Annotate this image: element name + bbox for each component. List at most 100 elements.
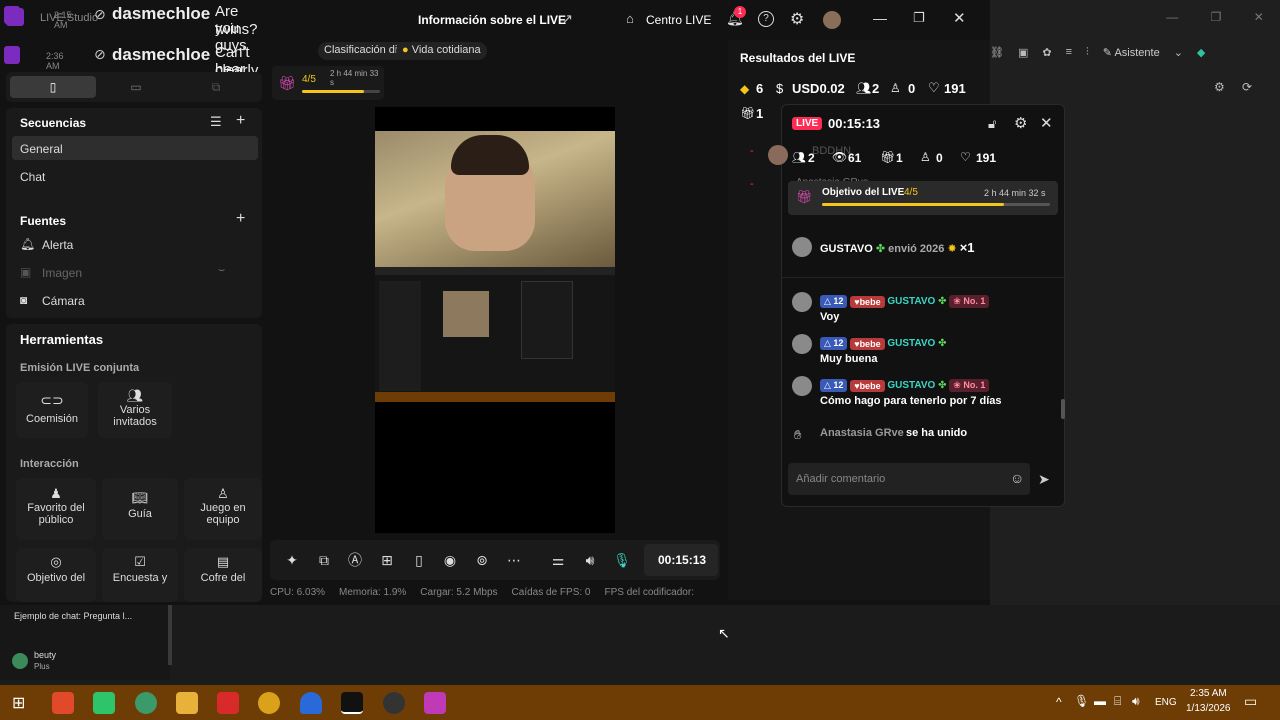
gift-sticker-icon: ✸ — [947, 243, 957, 255]
share-icon[interactable]: ↗ — [562, 11, 573, 27]
close-icon[interactable]: ✕ — [953, 9, 966, 27]
battery-icon[interactable]: ▬ — [1094, 694, 1106, 708]
home-icon[interactable]: ⌂ — [626, 11, 634, 26]
sliders-icon[interactable]: ⚌ — [548, 550, 568, 570]
chat-username[interactable]: GUSTAVO — [887, 380, 935, 391]
phone-icon[interactable]: ▯ — [409, 550, 429, 570]
broadcast-icon[interactable]: ⊚ — [472, 550, 492, 570]
daily-life-chip[interactable]: ● Vida cotidiana — [396, 42, 487, 60]
users-icon: 👥︎ — [856, 81, 872, 95]
chrome-icon[interactable] — [258, 692, 280, 714]
guide-button[interactable]: 📖︎ Guía — [102, 478, 178, 540]
comment-input[interactable]: Añadir comentario ☺ — [788, 463, 1030, 495]
effects-icon[interactable]: ✦ — [282, 550, 302, 570]
network-icon[interactable]: ⌸ — [1114, 694, 1121, 709]
avatar[interactable] — [823, 11, 841, 29]
waveform-icon[interactable]: ⫶ — [1086, 46, 1089, 59]
record-icon[interactable]: ◉ — [440, 550, 460, 570]
scene-item-chat[interactable]: Chat — [12, 164, 258, 188]
minimize-icon[interactable]: — — [873, 10, 887, 26]
ai-icon[interactable]: Ⓐ — [345, 550, 365, 570]
chat-message-text: Muy buena — [820, 353, 878, 365]
emoji-icon[interactable]: ☺ — [1010, 470, 1024, 486]
more-icon[interactable]: ⋯ — [504, 550, 524, 570]
live-info-title[interactable]: Información sobre el LIVE — [418, 13, 566, 27]
obs-icon[interactable] — [383, 692, 405, 714]
replay-icon[interactable]: ⧉ — [314, 550, 334, 570]
team-game-button[interactable]: ♙ Juego en equipo — [184, 478, 262, 540]
image-icon[interactable]: ▣ — [1018, 46, 1028, 59]
live-studio-icon[interactable] — [424, 692, 446, 714]
source-item-camara[interactable]: ◙ Cámara — [12, 288, 258, 312]
diamond-icon: ◆ — [740, 82, 750, 96]
tiktok-icon[interactable] — [341, 692, 363, 714]
multi-layout-button[interactable]: ⧉ — [176, 76, 256, 98]
scene-item-general[interactable]: General — [12, 136, 258, 160]
chevron-up-icon[interactable]: ^ — [1056, 695, 1062, 709]
memory-usage: Memoria: 1.9% — [339, 587, 407, 598]
language-indicator[interactable]: ENG — [1155, 697, 1177, 708]
chat-username[interactable]: GUSTAVO — [887, 338, 935, 349]
poll-button[interactable]: ☑ Encuesta y — [102, 548, 178, 602]
volume-icon[interactable]: 🔊︎ — [1132, 694, 1140, 709]
refresh-app-icon[interactable] — [93, 692, 115, 714]
treasure-chest-button[interactable]: ▤ Cofre del — [184, 548, 262, 602]
add-source-icon[interactable]: + — [236, 210, 245, 228]
clock-time[interactable]: 2:35 AM — [1190, 688, 1227, 699]
source-item-imagen[interactable]: ▣ Imagen ⌣ — [12, 260, 258, 284]
link-icon[interactable]: ⛓ — [990, 46, 1004, 59]
scrollbar[interactable] — [168, 605, 172, 665]
asistente-button[interactable]: ✎ Asistente — [1103, 46, 1160, 59]
microphone-icon[interactable]: 🎙︎ — [1074, 694, 1089, 708]
multi-guest-button[interactable]: 👥︎ Varios invitados — [98, 382, 172, 438]
stream-preview[interactable] — [375, 107, 615, 533]
add-scene-icon[interactable]: + — [236, 112, 245, 130]
folder-icon[interactable] — [176, 692, 198, 714]
refresh-icon[interactable]: ⟳ — [1242, 80, 1252, 94]
maximize-icon[interactable]: ❐ — [1211, 10, 1222, 24]
close-icon[interactable]: ✕ — [1040, 114, 1053, 132]
hidden-eye-icon[interactable]: ⌣ — [218, 264, 225, 277]
plugin-icon[interactable]: ✿ — [1042, 46, 1051, 59]
brave-icon[interactable] — [52, 692, 74, 714]
settings-icon[interactable]: ⚙ — [790, 9, 804, 29]
cohost-button[interactable]: ⊂⊃ Coemisión — [16, 382, 88, 438]
chevron-down-icon[interactable]: ⌄ — [1174, 46, 1183, 59]
list-icon[interactable]: ≡ — [1066, 46, 1072, 58]
overlay-time-1: 2:15 AM — [54, 10, 72, 30]
whatsapp-icon[interactable] — [135, 692, 157, 714]
settings-icon[interactable]: ⚙ — [1014, 114, 1027, 132]
source-item-alerta[interactable]: 🔔︎ Alerta — [12, 232, 258, 256]
close-icon[interactable]: ✕ — [1254, 10, 1264, 24]
live-goal-button[interactable]: ◎ Objetivo del — [16, 548, 96, 602]
windows-start-icon[interactable]: ⊞ — [12, 693, 25, 713]
restore-icon[interactable]: ❐ — [913, 10, 925, 26]
speaker-icon[interactable]: 🔊︎ — [580, 550, 600, 570]
lock-icon[interactable]: 🔓︎ — [988, 116, 996, 132]
resize-icon[interactable]: ⊞ — [377, 550, 397, 570]
audience-favorite-button[interactable]: ♟ Favorito del público — [16, 478, 96, 540]
centro-live-link[interactable]: Centro LIVE — [646, 13, 711, 27]
goal-card[interactable]: 🎁︎ 4/5 2 h 44 min 33 s — [272, 66, 384, 100]
microphone-icon[interactable]: 🎙︎ — [612, 550, 632, 570]
target-icon: ◎ — [50, 554, 62, 569]
pdf-icon[interactable] — [217, 692, 239, 714]
notifications-icon[interactable]: ▭ — [1244, 693, 1257, 710]
list-icon[interactable]: ☰ — [210, 114, 222, 130]
chat-username[interactable]: GUSTAVO — [887, 296, 935, 307]
fan-label: bebe — [859, 380, 881, 391]
join-username[interactable]: Anastasia GRve — [820, 427, 904, 439]
send-icon[interactable]: ➤ — [1038, 471, 1050, 488]
help-icon[interactable]: ? — [758, 11, 774, 27]
chat-example-text: Ejemplo de chat: Pregunta l... — [14, 611, 133, 621]
portrait-layout-button[interactable]: ▯ — [10, 76, 96, 98]
live-goal-card[interactable]: 🎁︎ Objetivo del LIVE 4/5 2 h 44 min 32 s — [788, 181, 1058, 215]
landscape-layout-button[interactable]: ▭ — [98, 76, 174, 98]
asistente-label: Asistente — [1114, 46, 1160, 59]
goal-time-remaining: 2 h 44 min 32 s — [984, 188, 1046, 198]
clock-date[interactable]: 1/13/2026 — [1186, 703, 1231, 714]
minimize-icon[interactable]: — — [1166, 10, 1178, 24]
chat-scrollbar[interactable] — [1061, 399, 1065, 419]
user-settings-icon[interactable]: ⚙ — [1214, 80, 1225, 94]
arc-icon[interactable] — [300, 692, 322, 714]
